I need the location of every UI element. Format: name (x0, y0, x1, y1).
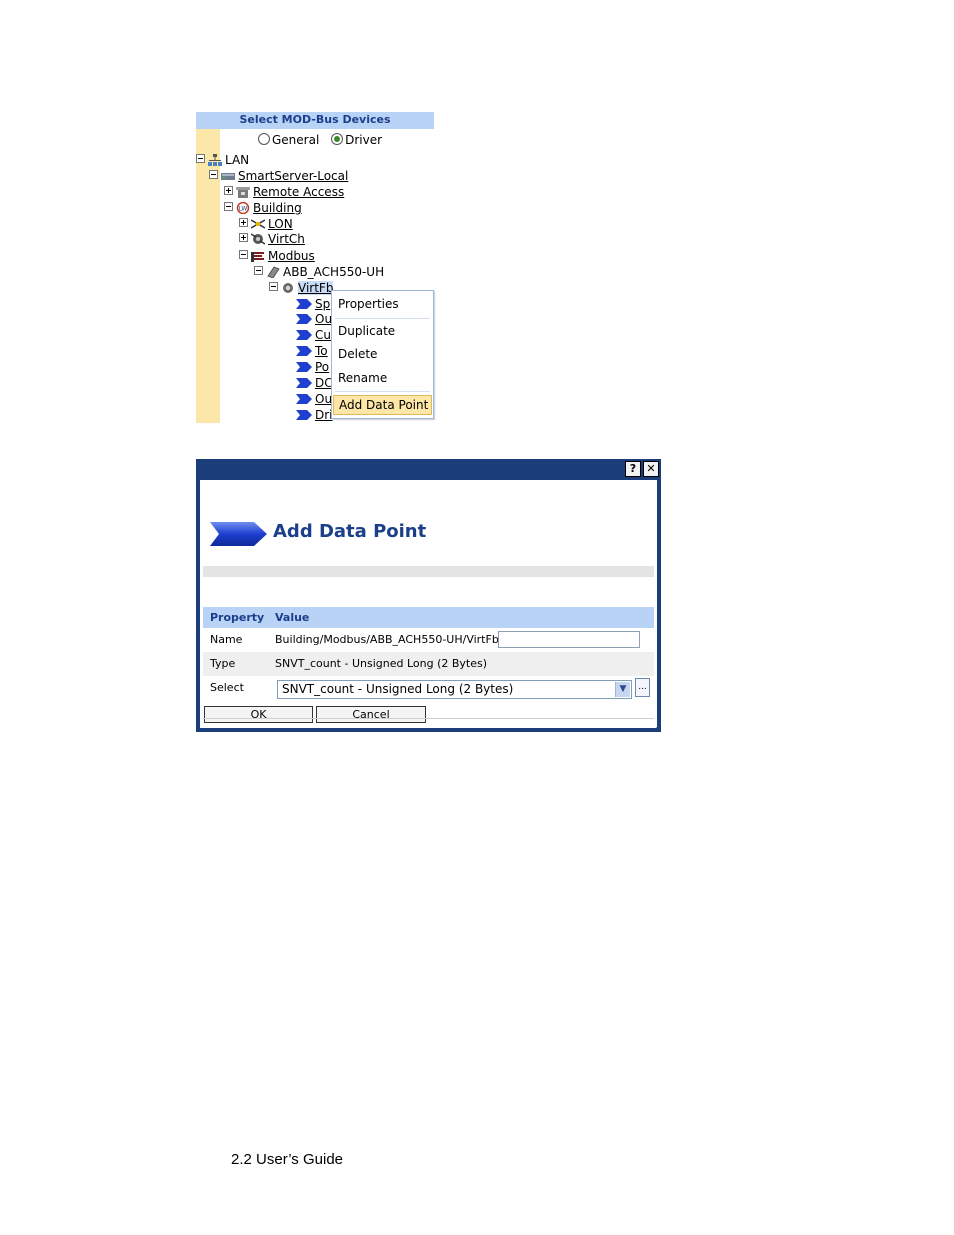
type-select-value: SNVT_count - Unsigned Long (2 Bytes) (282, 682, 514, 696)
value-column-header: Value (275, 611, 310, 624)
network-icon (208, 154, 222, 166)
property-table: Property Value Name Building/Modbus/ABB_… (203, 607, 654, 700)
panel-header: Select MOD-Bus Devices (196, 112, 434, 129)
name-input[interactable] (498, 631, 640, 648)
modbus-icon (251, 252, 264, 262)
browse-button[interactable]: ... (635, 678, 650, 697)
expand-icon[interactable] (224, 186, 233, 195)
data-point-icon (296, 299, 312, 309)
type-value: SNVT_count - Unsigned Long (2 Bytes) (275, 657, 488, 670)
data-point-item[interactable]: To (296, 344, 328, 358)
building-icon: LW (236, 202, 250, 214)
collapse-icon[interactable] (209, 170, 218, 179)
tree-node-modbus[interactable]: Modbus (239, 249, 315, 264)
data-point-icon (296, 362, 312, 372)
data-point-item[interactable]: Po (296, 360, 329, 374)
tree-label: LAN (225, 153, 250, 167)
data-point-icon (296, 330, 312, 340)
expand-icon[interactable] (239, 218, 248, 227)
tree-label[interactable]: SmartServer-Local (238, 169, 348, 183)
data-point-item[interactable]: Ou (296, 312, 332, 326)
cancel-button[interactable]: Cancel (316, 706, 426, 723)
collapse-icon[interactable] (196, 154, 205, 163)
tree-label[interactable]: VirtFb (298, 281, 334, 295)
menu-separator (335, 318, 430, 319)
data-point-icon (296, 410, 312, 420)
collapse-icon[interactable] (269, 282, 278, 291)
close-button[interactable]: ✕ (643, 461, 659, 477)
data-point-item[interactable]: Sp (296, 297, 330, 311)
menu-item-add-data-point[interactable]: Add Data Point (333, 395, 432, 415)
driver-label[interactable]: Driver (345, 133, 382, 147)
tree-node-virtfb[interactable]: VirtFb (269, 281, 334, 296)
page-footer: 2.2 User’s Guide (231, 1151, 344, 1168)
data-point-icon (296, 394, 312, 404)
property-column-header: Property (210, 611, 265, 624)
phone-icon (236, 187, 250, 198)
data-point-icon (296, 314, 312, 324)
virtual-channel-icon (251, 233, 265, 245)
collapse-icon[interactable] (224, 202, 233, 211)
table-row: Name Building/Modbus/ABB_ACH550-UH/VirtF… (203, 628, 654, 652)
menu-separator (335, 391, 430, 392)
svg-text:LW: LW (239, 206, 248, 213)
type-select[interactable]: SNVT_count - Unsigned Long (2 Bytes) ▼ (277, 680, 632, 699)
chevron-down-icon[interactable]: ▼ (615, 682, 630, 697)
name-path: Building/Modbus/ABB_ACH550-UH/VirtFb/ (275, 633, 503, 646)
tree-node-smartserver[interactable]: SmartServer-Local (209, 169, 348, 184)
tree-node-building[interactable]: LW Building (224, 201, 302, 216)
tree-label[interactable]: Remote Access (253, 185, 344, 199)
general-label[interactable]: General (272, 133, 319, 147)
data-point-item[interactable]: Ou (296, 392, 332, 406)
data-point-icon (210, 522, 267, 546)
tree-label: ABB_ACH550-UH (283, 265, 385, 279)
lon-channel-icon (251, 219, 265, 229)
data-point-icon (296, 378, 312, 388)
help-button[interactable]: ? (625, 461, 641, 477)
data-point-icon (296, 346, 312, 356)
ok-button[interactable]: OK (204, 706, 313, 723)
tree-node-device[interactable]: ABB_ACH550-UH (254, 265, 384, 280)
functional-block-icon (283, 283, 293, 293)
general-radio[interactable] (258, 133, 270, 145)
menu-item-rename[interactable]: Rename (333, 368, 432, 388)
type-label: Type (210, 657, 236, 670)
menu-item-delete[interactable]: Delete (333, 344, 432, 364)
dialog-divider (203, 718, 654, 719)
data-point-item[interactable]: Dri (296, 408, 333, 422)
table-header: Property Value (203, 607, 654, 628)
dialog-band (203, 566, 654, 577)
tree-label[interactable]: VirtCh (268, 232, 305, 246)
data-point-item[interactable]: Cu (296, 328, 331, 342)
tree-node-remote-access[interactable]: Remote Access (224, 185, 344, 200)
data-point-item[interactable]: DC (296, 376, 333, 390)
tree-node-virtch[interactable]: VirtCh (239, 232, 305, 247)
tree-label[interactable]: Modbus (268, 249, 315, 263)
driver-radio[interactable] (331, 133, 344, 145)
resize-grip-icon[interactable] (652, 723, 661, 732)
menu-item-properties[interactable]: Properties (333, 294, 432, 314)
tree-label[interactable]: Building (253, 201, 302, 215)
tree-label[interactable]: LON (268, 217, 293, 231)
name-label: Name (210, 633, 243, 646)
expand-icon[interactable] (239, 233, 248, 242)
table-row: Type SNVT_count - Unsigned Long (2 Bytes… (203, 652, 654, 676)
dialog-body: Add Data Point Property Value Name Build… (200, 480, 657, 728)
add-data-point-dialog: ? ✕ Add Data Point Property Value Name B… (196, 459, 661, 732)
select-label: Select (210, 681, 244, 694)
menu-item-duplicate[interactable]: Duplicate (333, 321, 432, 341)
context-menu: Properties Duplicate Delete Rename Add D… (331, 290, 434, 419)
device-icon (267, 266, 280, 278)
table-row: Select SNVT_count - Unsigned Long (2 Byt… (203, 676, 654, 700)
dialog-title: Add Data Point (273, 521, 427, 542)
server-icon (221, 173, 235, 180)
mode-selector: General Driver (258, 133, 390, 147)
collapse-icon[interactable] (254, 266, 263, 275)
collapse-icon[interactable] (239, 250, 248, 259)
tree-node-lan[interactable]: LAN (196, 153, 249, 168)
tree-node-lon[interactable]: LON (239, 217, 293, 232)
